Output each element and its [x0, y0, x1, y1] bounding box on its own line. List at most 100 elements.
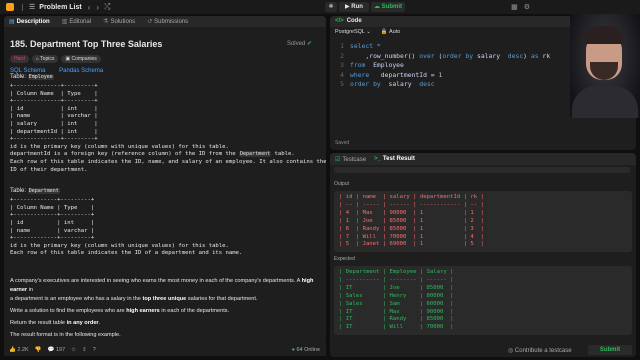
like-button[interactable]: 👍 2.2K [9, 347, 29, 353]
result-row: | IT | Max | 90000 | [339, 308, 454, 315]
result-row: | IT | Joe | 85000 | [339, 284, 454, 291]
terminal-icon: >_ [374, 156, 381, 162]
code-token: over [419, 51, 435, 60]
pandas-schema-link[interactable]: Pandas Schema [59, 68, 103, 74]
line-number: 2 [340, 51, 344, 60]
code-token: desc [419, 80, 435, 88]
result-row: | 6 | Randy | 85000 | 1 | 3 | [339, 225, 484, 232]
problem-tags: Hard ⌂ Topics ▣ Companies [10, 55, 320, 63]
employee-table-label: Table: Employee [10, 74, 320, 80]
top-right-icons: ▦ ⚙ [511, 3, 530, 11]
para-bold: high earners [126, 307, 160, 314]
tab-editorial[interactable]: ▥ Editorial [62, 18, 91, 25]
tab-label: Testcase [342, 156, 367, 163]
department-schema-table: +-------------+---------+ | Column Name … [10, 197, 95, 242]
auto-toggle[interactable]: 🔒 Auto [381, 27, 400, 37]
employee-desc-3: Each row of this table indicates the ID,… [10, 158, 326, 165]
comments-button[interactable]: 💬 197 [48, 347, 66, 353]
book-icon: ▥ [61, 19, 68, 25]
comments-count: 197 [55, 347, 66, 353]
code-token: Employee [365, 61, 404, 69]
submit-button[interactable]: ☁ Submit [371, 2, 405, 12]
result-row: | -- | ----- | ------ | ------------ | -… [339, 201, 484, 208]
result-row: | 5 | Janet | 69000 | 1 | 5 | [339, 241, 484, 248]
output-table: | id | name | salary | departmentId | rk… [334, 191, 632, 253]
code-token: ( [434, 51, 443, 60]
language-select[interactable]: PostgreSQL ⌄ [335, 27, 371, 37]
result-row: | Sales | Henry | 80000 | [339, 292, 454, 299]
line-number: 5 [340, 80, 344, 88]
online-dot-icon: ● [291, 347, 295, 353]
solved-status: Solved ✔ [287, 40, 312, 47]
employee-desc-4: ID of their department. [10, 166, 88, 173]
history-icon: ↺ [147, 19, 153, 25]
companies-chip[interactable]: ▣ Companies [61, 55, 101, 63]
share-icon[interactable]: ⇪ [82, 347, 87, 353]
para-text: salaries for that department. [186, 295, 258, 302]
test-panel: ☑ Testcase >_ Test Result Output | id | na… [330, 153, 636, 357]
problem-paragraph-1: A company's executives are interested in… [10, 277, 320, 304]
help-icon[interactable]: ? [93, 347, 96, 353]
contribute-testcase-link[interactable]: ◎ Contribute a testcase [508, 347, 572, 354]
tab-testcase[interactable]: ☑ Testcase [335, 156, 366, 163]
department-desc-2: Each row of this table indicates the ID … [10, 250, 243, 257]
checkbox-icon: ☑ [335, 156, 341, 163]
problem-title[interactable]: 185. Department Top Three Salaries [10, 39, 320, 49]
debug-button[interactable]: ✱ [325, 2, 337, 12]
result-row: | 1 | Joe | 85000 | 1 | 2 | [339, 217, 484, 224]
problem-paragraph-3: Return the result table in any order. [10, 319, 320, 328]
description-footer: 👍 2.2K 👎 💬 197 ☆ ⇪ ? ● 64 Online [4, 344, 326, 356]
problem-list-link[interactable]: Problem List [39, 4, 81, 11]
line-number: 4 [340, 70, 344, 79]
description-panel: ▤ Description ▥ Editorial ⚗ Solutions ↺ Subm… [4, 16, 326, 346]
settings-icon[interactable]: ⚙ [524, 3, 530, 11]
tab-label: Submissions [154, 19, 189, 25]
output-label: Output [334, 181, 350, 187]
desc-text: table. [271, 151, 295, 158]
leetcode-logo-icon[interactable] [6, 3, 14, 11]
tab-label: Solutions [110, 19, 136, 25]
table-name-code: Department [27, 188, 60, 195]
code-token: as [530, 51, 539, 60]
online-label: 64 Online [296, 347, 320, 353]
prev-problem-icon[interactable]: ‹ [88, 3, 91, 12]
bottom-submit-button[interactable]: Submit [588, 345, 632, 355]
topics-chip[interactable]: ⌂ Topics [31, 55, 59, 63]
para-text: in each of the departments. [159, 307, 230, 314]
para-text: in [27, 286, 34, 293]
solved-label: Solved [286, 41, 306, 47]
tab-label: Test Result [382, 156, 415, 162]
submit-label: Submit [381, 4, 402, 10]
tab-submissions[interactable]: ↺ Submissions [147, 18, 188, 25]
expected-rows: | Department | Employee | Salary | | ----… [339, 269, 627, 332]
dislike-icon[interactable]: 👎 [35, 347, 42, 353]
para-text: . [98, 319, 101, 326]
expected-table: | Department | Employee | Salary | | ----… [334, 266, 632, 336]
result-scrollbar[interactable] [334, 167, 630, 173]
tab-label: Description [16, 19, 50, 25]
shuffle-icon[interactable]: ⤮ [104, 2, 110, 12]
result-row: | id | name | salary | departmentId | rk… [339, 194, 484, 200]
layout-icon[interactable]: ▦ [511, 3, 518, 11]
auto-label: Auto [388, 29, 401, 35]
next-problem-icon[interactable]: › [96, 3, 99, 12]
star-icon[interactable]: ☆ [71, 347, 76, 353]
department-desc-1: id is the primary key (column with uniqu… [10, 242, 229, 249]
run-button[interactable]: ▶ Run [339, 2, 369, 12]
language-label: PostgreSQL [335, 29, 365, 35]
code-token: salary [380, 80, 420, 88]
department-code: Department [239, 151, 272, 158]
tab-solutions[interactable]: ⚗ Solutions [103, 18, 135, 25]
code-token: 1 [438, 70, 443, 79]
tab-test-result[interactable]: >_ Test Result [374, 156, 415, 162]
description-content: 185. Department Top Three Salaries Solve… [4, 39, 326, 340]
line-number: 1 [340, 42, 344, 50]
problem-paragraph-2: Write a solution to find the employees w… [10, 307, 320, 316]
table-name-code: Employee [27, 74, 54, 80]
tab-description[interactable]: ▤ Description [9, 18, 50, 25]
output-rows: | id | name | salary | departmentId | rk… [339, 194, 627, 249]
expected-label: Expected [334, 256, 355, 262]
code-token: ) [523, 51, 531, 60]
saved-status: Saved [335, 140, 350, 146]
code-title: Code [346, 18, 362, 24]
